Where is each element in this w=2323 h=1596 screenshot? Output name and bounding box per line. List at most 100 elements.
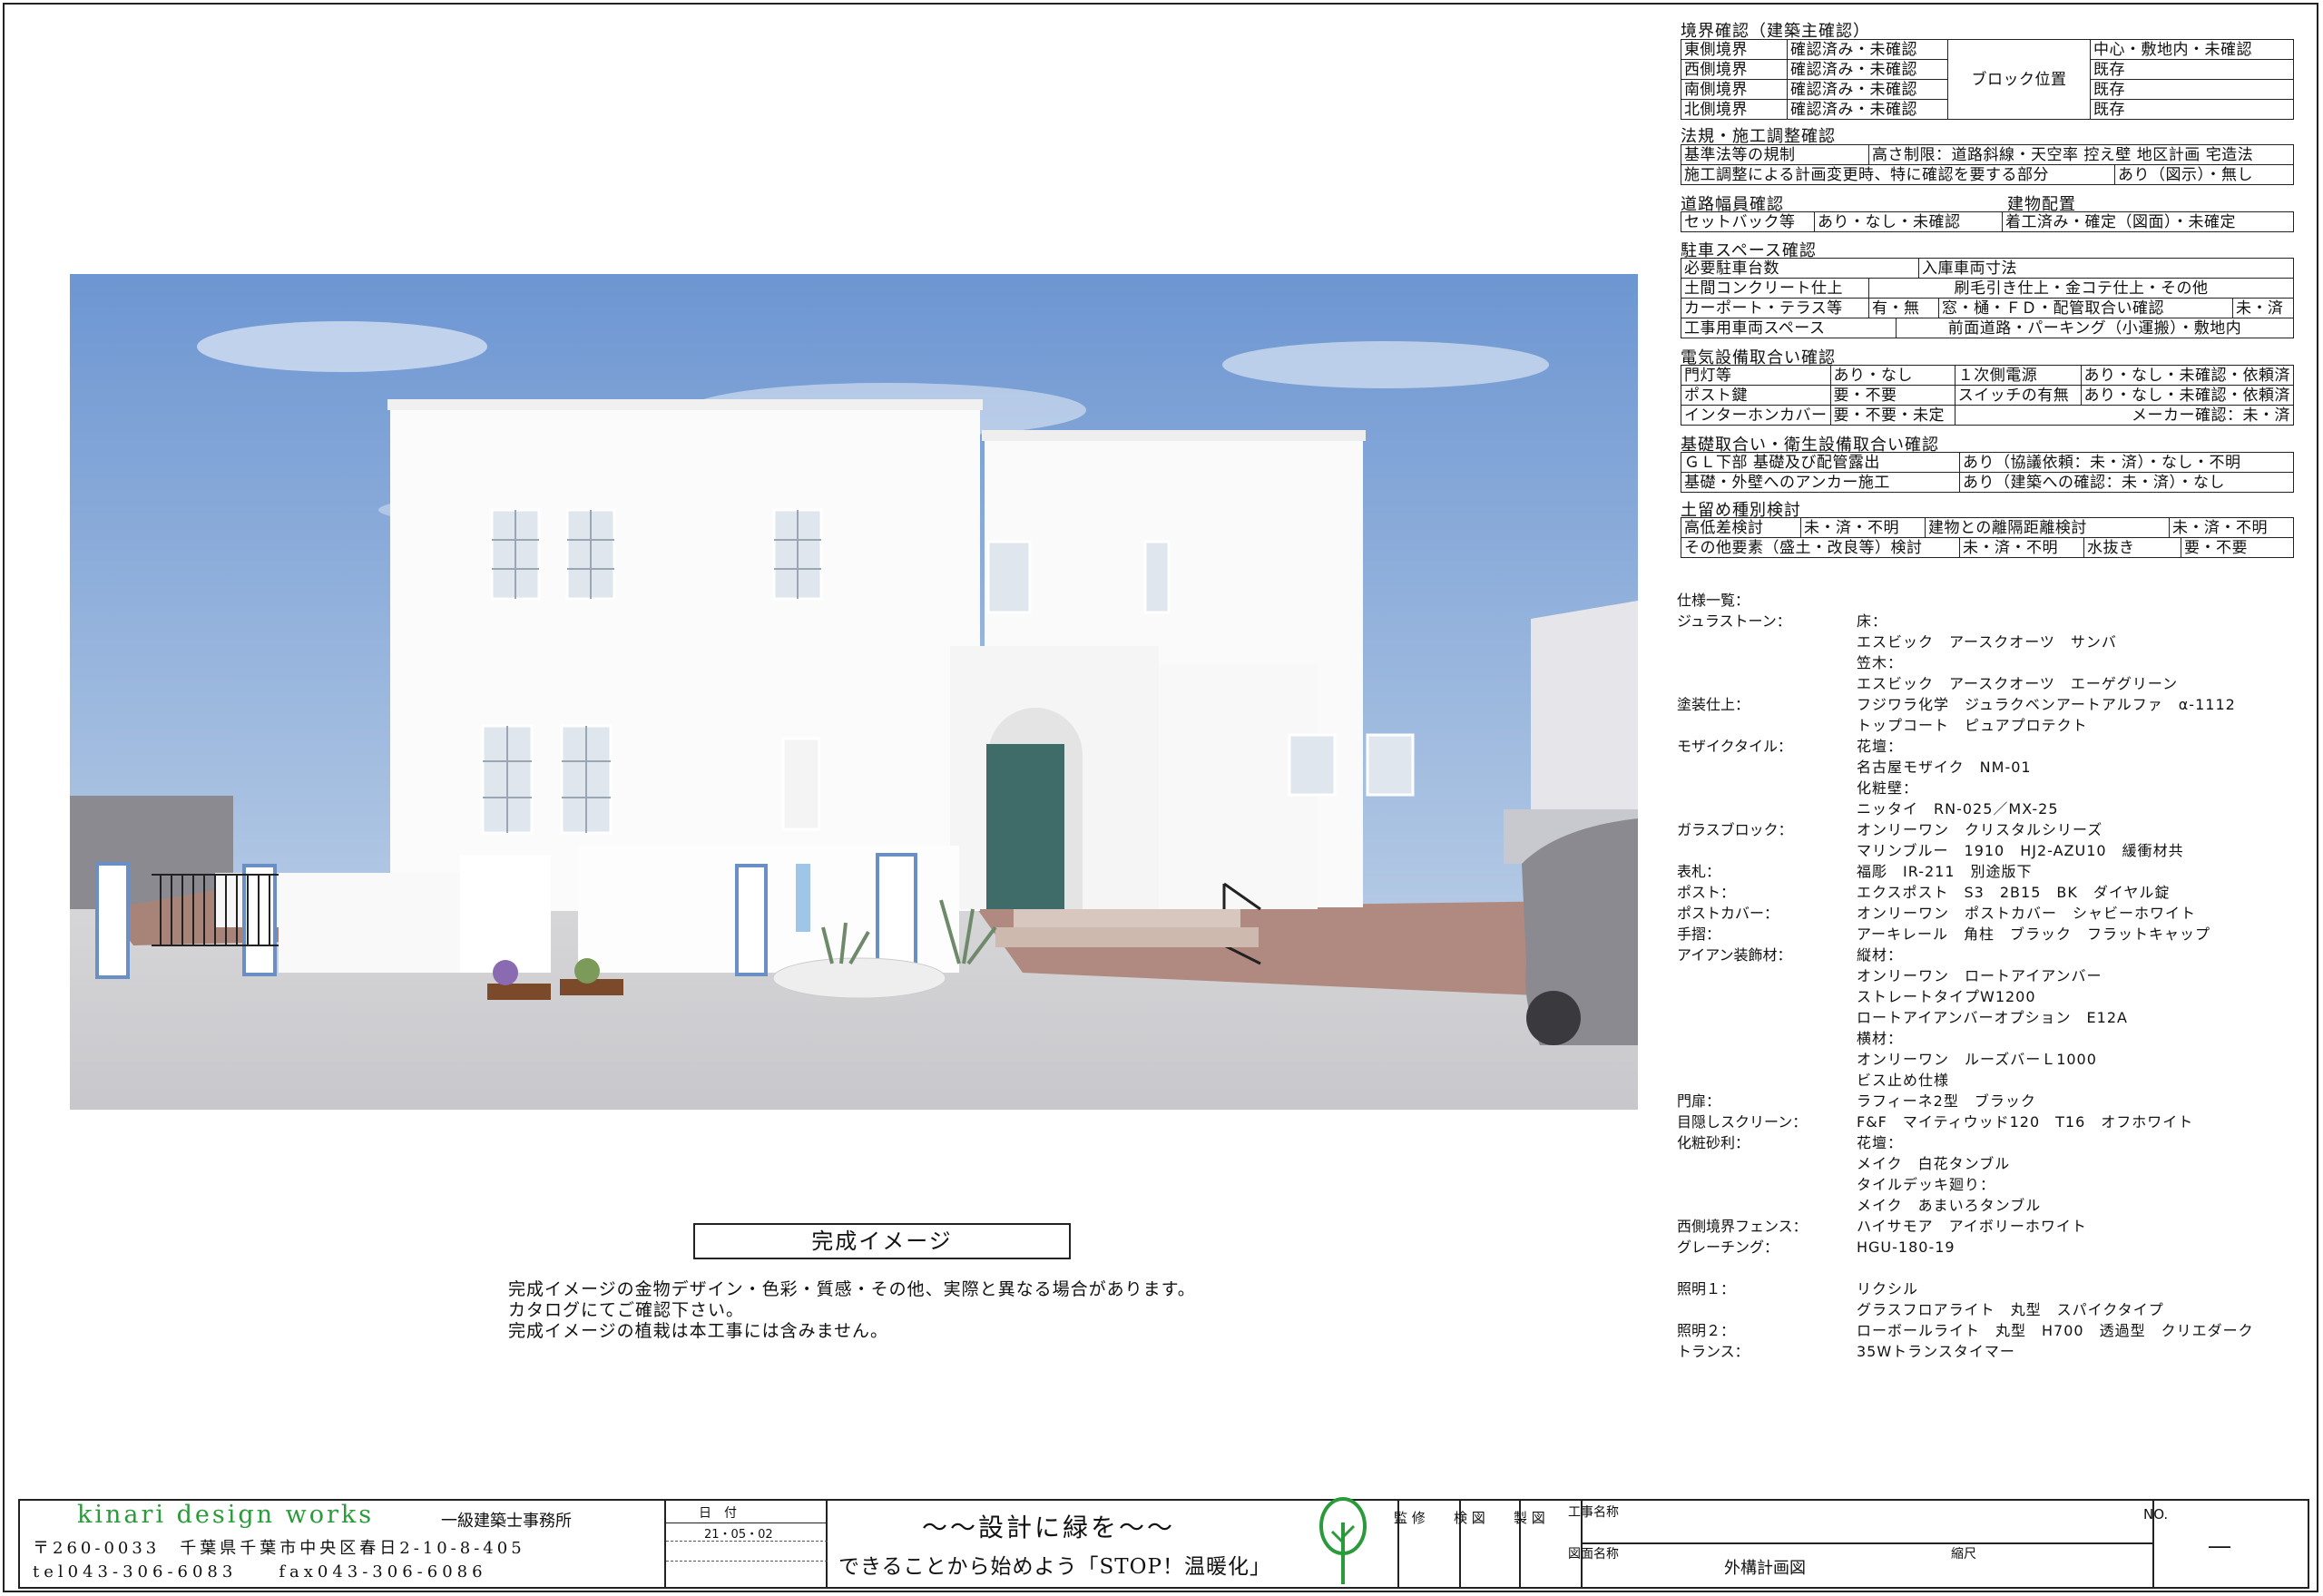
drawing-name-label: 図面名称 [1568,1547,1619,1562]
spec-row: 化粧砂利： 花壇： [1677,1132,2254,1153]
spec-row: オンリーワン ルーズバーＬ1000 [1677,1049,2254,1070]
spec-key [1677,673,1857,694]
spec-row: 西側境界フェンス： ハイサモア アイボリーホワイト [1677,1216,2254,1237]
spec-row: トップコート ピュアプロテクト [1677,715,2254,736]
spec-value: ロートアイアンバーオプション E12A [1857,1009,2128,1026]
spec-key [1677,757,1857,778]
spec-value: マリンブルー 1910 HJ2-AZU10 緩衝材共 [1857,842,2184,859]
foundation-cell: 基礎・外壁へのアンカー施工 [1681,472,1960,493]
spec-key: ジュラストーン： [1677,612,1791,630]
date-label: 日 付 [699,1506,737,1521]
slogan-main: ～～設計に緑を～～ [922,1513,1176,1542]
spec-row: 手摺： アーキレール 角柱 ブラック フラットキャップ [1677,924,2254,945]
law-value: 高さ制限：道路斜線・天空率 控え壁 地区計画 宅造法 [1868,144,2294,165]
spec-row: アイアン装飾材： 縦材： [1677,945,2254,965]
completion-rendering [70,274,1638,1110]
boundary-status: 確認済み・未確認 [1787,59,1948,80]
spec-key: 照明１： [1677,1280,1736,1297]
spec-value: オンリーワン クリスタルシリーズ [1857,821,2103,838]
spec-row: オンリーワン ロートアイアンバー [1677,965,2254,986]
spec-row: エスビック アースクオーツ サンバ [1677,632,2254,652]
soil-cell: その他要素（盛土・改良等）検討 [1681,537,1960,558]
spec-value: エスビック アースクオーツ エーゲグリーン [1857,675,2179,692]
parking-cell: カーポート・テラス等 [1681,298,1869,318]
spec-key: ガラスブロック： [1677,821,1793,838]
spec-key: 目隠しスクリーン： [1677,1113,1808,1131]
spec-row: グラスフロアライト 丸型 スパイクタイプ [1677,1299,2254,1320]
spec-row: メイク 白花タンブル [1677,1153,2254,1174]
parking-cell: 前面道路・パーキング（小運搬）・敷地内 [1896,318,2294,338]
spec-value: オンリーワン ロートアイアンバー [1857,967,2102,984]
law-table: 基準法等の規制 高さ制限：道路斜線・天空率 控え壁 地区計画 宅造法 [1681,144,2294,165]
spec-key [1677,1258,1857,1278]
spec-value: 化粧壁： [1857,779,1919,797]
law-label: 基準法等の規制 [1681,144,1869,165]
spec-row [1677,1258,2254,1278]
spec-row: 笠木： [1677,652,2254,673]
spec-value: HGU-180-19 [1857,1239,1955,1256]
electric-cell: あり・なし・未確認・依頼済 [2080,365,2294,386]
electric-cell: あり・なし・未確認・依頼済 [2080,385,2294,406]
slogan-sub: できることから始めよう「STOP！温暖化」 [838,1555,1271,1579]
spec-value: 花壇： [1857,1134,1904,1151]
spec-value: 名古屋モザイク NM-01 [1857,759,2032,776]
spec-row: 名古屋モザイク NM-01 [1677,757,2254,778]
date-value: 21・05・02 [704,1528,773,1542]
parking-cell: 有・無 [1868,298,1939,318]
spec-row: ニッタイ RN-025／MX-25 [1677,798,2254,819]
boundary-status: 確認済み・未確認 [1787,39,1948,60]
spec-key [1677,1070,1857,1091]
spec-key [1677,1195,1857,1216]
soil-cell: 未・済・不明 [2169,517,2294,538]
spec-value: トップコート ピュアプロテクト [1857,717,2088,734]
setback-value: あり・なし・未確認 [1814,211,2003,232]
soil-cell: 高低差検討 [1681,517,1801,538]
drawing-name: 外構計画図 [1724,1559,1806,1578]
spec-value: 花壇： [1857,738,1904,755]
electric-cell: 要・不要・未定 [1829,405,1955,426]
electric-cell: １次側電源 [1954,365,2082,386]
supervise-label: 監 修 [1394,1510,1426,1526]
boundary-side: 西側境界 [1681,59,1788,80]
boundary-status: 確認済み・未確認 [1787,99,1948,120]
spec-row: グレーチング： HGU-180-19 [1677,1237,2254,1258]
spec-key: 手摺： [1677,925,1721,943]
electric-cell: あり・なし [1829,365,1955,386]
spec-rows: ジュラストーン： 床： エスビック アースクオーツ サンバ 笠木： エスビック アースク… [1677,611,2254,1362]
parking-cell: 土間コンクリート仕上 [1681,278,1869,299]
boundary-side: 北側境界 [1681,99,1788,120]
spec-value: 横材： [1857,1030,1904,1047]
spec-value: エスビック アースクオーツ サンバ [1857,633,2117,651]
spec-value: エクスポスト S3 2B15 BK ダイヤル錠 [1857,884,2171,901]
spec-row: タイルデッキ廻り： [1677,1174,2254,1195]
electric-table: 門灯等 あり・なし １次側電源 あり・なし・未確認・依頼済 ポスト鍵 要・不要 … [1681,365,2295,426]
project-name-label: 工事名称 [1568,1505,1619,1520]
setback-label: セットバック等 [1681,211,1815,232]
spec-key: 化粧砂利： [1677,1134,1750,1151]
spec-key [1677,1007,1857,1028]
law-label: 施工調整による計画変更時、特に確認を要する部分 [1681,164,2115,185]
spec-row: 照明２： ローボールライト 丸型 H700 透過型 クリエダーク [1677,1320,2254,1341]
spec-value: ストレートタイプW1200 [1857,988,2036,1005]
spec-row: ポストカバー： オンリーワン ポストカバー シャビーホワイト [1677,903,2254,924]
road-table: セットバック等 あり・なし・未確認 着工済み・確定（図面）・未確定 [1681,211,2294,232]
boundary-position: 既存 [2090,79,2294,100]
soil-cell: 建物との離隔距離検討 [1925,517,2170,538]
law-table-2: 施工調整による計画変更時、特に確認を要する部分 あり（図示）・無し [1681,164,2294,185]
spec-value: アーキレール 角柱 ブラック フラットキャップ [1857,925,2211,943]
note-line: 完成イメージの植栽は本工事には含みません。 [508,1321,889,1341]
spec-key [1677,986,1857,1007]
soil-cell: 要・不要 [2181,537,2294,558]
spec-row: ストレートタイプW1200 [1677,986,2254,1007]
scale-label: 縮尺 [1951,1547,1976,1562]
electric-cell: メーカー確認：未・済 [1954,405,2295,426]
block-position-label: ブロック位置 [1947,39,2091,120]
spec-key [1677,778,1857,798]
electric-cell: 門灯等 [1681,365,1831,386]
foundation-cell: ＧＬ下部 基礎及び配管露出 [1681,452,1960,473]
spec-row: 横材： [1677,1028,2254,1049]
tree-icon [1318,1495,1368,1590]
spec-value: オンリーワン ポストカバー シャビーホワイト [1857,905,2197,922]
spec-key: トランス： [1677,1343,1750,1360]
project-divider [1583,1542,2154,1544]
